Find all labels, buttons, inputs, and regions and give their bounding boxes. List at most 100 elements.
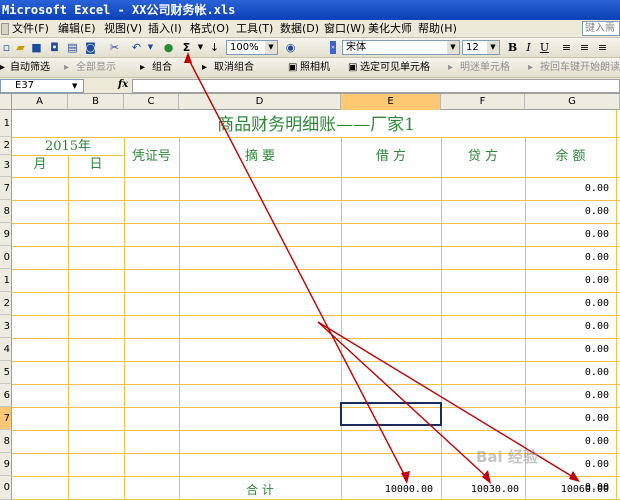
align-center-icon[interactable]: ≡ xyxy=(578,41,591,54)
menu-edit[interactable]: 编辑(E) xyxy=(58,22,96,36)
balance-cell[interactable]: 0.00 xyxy=(525,183,609,194)
row-header[interactable]: 0 xyxy=(0,246,12,269)
row-header[interactable]: 9 xyxy=(0,223,12,246)
balance-cell[interactable]: 0.00 xyxy=(525,344,609,355)
undo-icon[interactable]: ↶ xyxy=(130,41,143,54)
row-header[interactable]: 2 xyxy=(0,137,12,155)
row-header[interactable]: 1 xyxy=(0,110,12,137)
column-header-f[interactable]: F xyxy=(441,94,525,110)
ungroup-button[interactable]: 取消组合 xyxy=(214,61,254,75)
autofilter-button[interactable]: 自动筛选 xyxy=(10,61,50,75)
font-size-dropdown-icon[interactable]: ▼ xyxy=(487,41,499,54)
balance-cell[interactable]: 0.00 xyxy=(525,367,609,378)
ungroup-icon[interactable]: ▸ xyxy=(202,61,207,75)
column-header-g[interactable]: G xyxy=(525,94,620,110)
menu-window[interactable]: 窗口(W) xyxy=(324,22,365,36)
zoom-select[interactable]: 100% ▼ xyxy=(226,40,278,55)
group-button[interactable]: 组合 xyxy=(152,61,172,75)
column-header-c[interactable]: C xyxy=(124,94,179,110)
align-left-icon[interactable]: ≡ xyxy=(560,41,573,54)
balance-cell[interactable]: 0.00 xyxy=(525,252,609,263)
speak-cells-button[interactable]: 明迷单元格 xyxy=(460,61,510,75)
bold-button[interactable]: B xyxy=(506,41,519,54)
row-header[interactable]: 0 xyxy=(0,476,12,500)
select-visible-icon[interactable]: ▣ xyxy=(348,61,357,75)
insert-function-icon[interactable]: fx xyxy=(118,79,128,90)
font-name-select[interactable]: 宋体 ▼ xyxy=(342,40,460,55)
speak-on-enter-icon[interactable]: ▸ xyxy=(528,61,533,75)
font-size-select[interactable]: 12 ▼ xyxy=(462,40,500,55)
row-header[interactable]: 6 xyxy=(0,384,12,407)
autosum-icon[interactable]: Σ xyxy=(180,41,193,54)
column-header-e[interactable]: E xyxy=(341,94,441,110)
permission-icon[interactable]: ◘ xyxy=(48,41,61,54)
show-all-icon[interactable]: ▸ xyxy=(64,61,69,75)
cut-icon[interactable]: ✂ xyxy=(108,41,121,54)
total-balance[interactable]: 10060.00 xyxy=(525,484,609,495)
open-folder-icon[interactable]: ▰ xyxy=(14,41,27,54)
balance-cell[interactable]: 0.00 xyxy=(525,275,609,286)
balance-cell[interactable]: 0.00 xyxy=(525,229,609,240)
row-header[interactable]: 7 xyxy=(0,177,12,200)
column-header-b[interactable]: B xyxy=(68,94,124,110)
align-right-icon[interactable]: ≡ xyxy=(596,41,609,54)
row-header[interactable]: 5 xyxy=(0,361,12,384)
formula-input[interactable] xyxy=(132,79,620,93)
undo-dropdown-icon[interactable]: ▼ xyxy=(144,41,157,54)
menu-format[interactable]: 格式(O) xyxy=(190,22,229,36)
menu-view[interactable]: 视图(V) xyxy=(104,22,142,36)
column-header-a[interactable]: A xyxy=(12,94,68,110)
show-all-button[interactable]: 全部显示 xyxy=(76,61,116,75)
menu-beautify[interactable]: 美化大师 xyxy=(368,22,412,36)
row-header[interactable]: 7 xyxy=(0,407,12,430)
help-search-input[interactable]: 键入需 xyxy=(582,21,620,36)
name-box-dropdown-icon[interactable]: ▼ xyxy=(72,79,77,93)
row-header[interactable]: 3 xyxy=(0,315,12,338)
camera-button[interactable]: 照相机 xyxy=(300,61,330,75)
row-header[interactable]: 8 xyxy=(0,430,12,453)
camera-icon[interactable]: ▣ xyxy=(288,61,297,75)
hyperlink-icon[interactable]: ● xyxy=(162,41,175,54)
menu-data[interactable]: 数据(D) xyxy=(280,22,319,36)
font-name-dropdown-icon[interactable]: ▼ xyxy=(447,41,459,54)
row-header[interactable]: 8 xyxy=(0,200,12,223)
row-header[interactable]: 1 xyxy=(0,269,12,292)
autosum-dropdown-icon[interactable]: ▼ xyxy=(194,41,207,54)
menu-file[interactable]: 文件(F) xyxy=(12,22,49,36)
save-icon[interactable]: ■ xyxy=(30,41,43,54)
row-header[interactable]: 9 xyxy=(0,453,12,476)
selected-cell[interactable] xyxy=(340,402,442,426)
balance-cell[interactable]: 0.00 xyxy=(525,298,609,309)
new-icon[interactable]: ▫ xyxy=(0,41,13,54)
row-header[interactable]: 3 xyxy=(0,155,12,177)
row-header[interactable]: 4 xyxy=(0,338,12,361)
total-debit[interactable]: 10000.00 xyxy=(341,484,433,495)
total-label: 合 计 xyxy=(246,483,274,497)
speak-cells-icon[interactable]: ▸ xyxy=(448,61,453,75)
row-header[interactable]: 2 xyxy=(0,292,12,315)
zoom-dropdown-icon[interactable]: ▼ xyxy=(265,41,277,54)
menu-insert[interactable]: 插入(I) xyxy=(148,22,182,36)
menu-tools[interactable]: 工具(T) xyxy=(236,22,273,36)
print-preview-icon[interactable]: ◙ xyxy=(84,41,97,54)
balance-cell[interactable]: 0.00 xyxy=(525,321,609,332)
menu-help[interactable]: 帮助(H) xyxy=(418,22,457,36)
autofilter-icon[interactable]: ▸ xyxy=(0,61,5,75)
speak-on-enter-button[interactable]: 按回车键开始朗读 xyxy=(540,61,620,75)
sort-ascending-icon[interactable]: ↓ xyxy=(208,41,221,54)
balance-cell[interactable]: 0.00 xyxy=(525,390,609,401)
spreadsheet-grid[interactable]: 商品财务明细账——厂家1 2015年 月 日 凭证号 摘 要 借 方 贷 方 余… xyxy=(12,110,620,500)
italic-button[interactable]: I xyxy=(522,41,535,54)
group-icon[interactable]: ▸ xyxy=(140,61,145,75)
column-header-d[interactable]: D xyxy=(179,94,341,110)
total-credit[interactable]: 10030.00 xyxy=(441,484,519,495)
balance-cell[interactable]: 0.00 xyxy=(525,413,609,424)
help-icon[interactable]: ◉ xyxy=(284,41,297,54)
select-all-corner[interactable] xyxy=(0,94,12,110)
excel-doc-icon[interactable] xyxy=(1,23,9,35)
print-icon[interactable]: ▤ xyxy=(66,41,79,54)
select-visible-button[interactable]: 选定可见单元格 xyxy=(360,61,430,75)
underline-button[interactable]: U xyxy=(538,41,551,54)
balance-cell[interactable]: 0.00 xyxy=(525,206,609,217)
toolbar-options-icon[interactable]: » xyxy=(330,41,336,54)
